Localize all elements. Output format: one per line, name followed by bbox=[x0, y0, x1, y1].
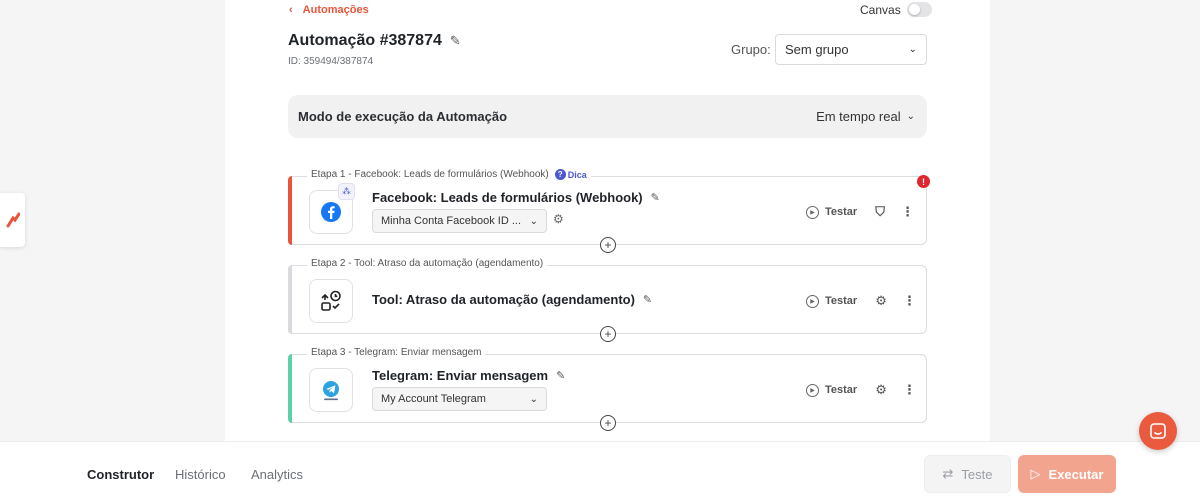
edit-step-pencil-icon[interactable]: ✎ bbox=[643, 293, 652, 306]
play-icon: ▶ bbox=[806, 205, 819, 219]
back-link[interactable]: ‹ Automações bbox=[289, 3, 369, 17]
test-step-label: Testar bbox=[825, 384, 858, 396]
step-card-2[interactable]: Etapa 2 - Tool: Atraso da automação (age… bbox=[288, 258, 927, 342]
chevron-left-icon: ‹ bbox=[289, 4, 293, 16]
execution-mode-value: Em tempo real bbox=[816, 109, 901, 124]
canvas-toggle[interactable] bbox=[906, 2, 932, 17]
edit-title-pencil-icon[interactable]: ✎ bbox=[450, 33, 461, 49]
step-caption-text: Etapa 1 - Facebook: Leads de formulários… bbox=[311, 169, 549, 180]
tab-construtor[interactable]: Construtor bbox=[87, 467, 154, 482]
chevron-down-icon: ⌄ bbox=[906, 111, 915, 122]
add-step-button[interactable]: + bbox=[600, 326, 616, 342]
step-name: Telegram: Enviar mensagem bbox=[372, 368, 549, 383]
tab-historico[interactable]: Histórico bbox=[175, 467, 226, 482]
gear-icon[interactable]: ⚙ bbox=[875, 382, 887, 398]
step-actions: ▶ Testar ⚙ ⋮ bbox=[806, 382, 916, 398]
group-select[interactable]: Sem grupo ⌄ bbox=[775, 34, 927, 65]
test-step-button[interactable]: ▶ Testar bbox=[806, 294, 858, 308]
execution-mode-bar: Modo de execução da Automação Em tempo r… bbox=[288, 95, 927, 138]
test-automation-button[interactable]: ⇄ Teste bbox=[924, 455, 1011, 493]
chat-support-button[interactable] bbox=[1139, 412, 1177, 450]
page-title: Automação #387874 bbox=[288, 32, 442, 49]
more-options-icon[interactable]: ⋮ bbox=[903, 293, 916, 309]
gear-icon[interactable]: ⚙ bbox=[875, 293, 887, 309]
question-icon: ? bbox=[554, 169, 566, 180]
tool-app-icon-box bbox=[309, 279, 353, 323]
step-name: Tool: Atraso da automação (agendamento) bbox=[372, 292, 635, 307]
step-name-row: Telegram: Enviar mensagem ✎ bbox=[372, 368, 565, 383]
step-caption: Etapa 2 - Tool: Atraso da automação (age… bbox=[307, 258, 548, 269]
more-options-icon[interactable]: ⋮ bbox=[901, 204, 914, 220]
test-step-label: Testar bbox=[825, 206, 858, 218]
brand-logo-icon bbox=[6, 212, 20, 228]
play-outline-icon: ▷ bbox=[1030, 466, 1041, 481]
step-card-3[interactable]: Etapa 3 - Telegram: Enviar mensagem Tele… bbox=[288, 347, 927, 431]
account-select-value: Minha Conta Facebook ID ... bbox=[381, 215, 522, 227]
page-title-row: Automação #387874 ✎ bbox=[288, 32, 461, 50]
execution-mode-select[interactable]: Em tempo real ⌄ bbox=[816, 109, 915, 124]
brand-logo-tab[interactable] bbox=[0, 193, 25, 247]
telegram-app-icon-box bbox=[309, 368, 353, 412]
group-label: Grupo: bbox=[731, 42, 771, 57]
account-settings-icon[interactable]: ⚙ bbox=[553, 212, 564, 226]
test-automation-label: Teste bbox=[961, 466, 993, 482]
run-automation-button[interactable]: ▷ Executar bbox=[1018, 455, 1116, 493]
test-step-label: Testar bbox=[825, 295, 858, 307]
chevron-down-icon: ⌄ bbox=[529, 393, 538, 405]
chevron-down-icon: ⌄ bbox=[529, 215, 538, 227]
step-actions: ▶ Testar ⛉ ⋮ bbox=[806, 204, 914, 220]
facebook-icon bbox=[321, 202, 341, 222]
swap-arrows-icon: ⇄ bbox=[942, 466, 954, 481]
schedule-delay-icon bbox=[321, 290, 341, 311]
automation-id: ID: 359494/387874 bbox=[288, 56, 374, 67]
footer-bar: Construtor Histórico Analytics ⇄ Teste ▷… bbox=[0, 441, 1200, 500]
tip-label: Dica bbox=[567, 169, 587, 180]
edit-step-pencil-icon[interactable]: ✎ bbox=[651, 191, 660, 204]
account-select-value: My Account Telegram bbox=[381, 393, 486, 405]
account-select[interactable]: My Account Telegram ⌄ bbox=[372, 387, 547, 411]
group-select-value: Sem grupo bbox=[785, 42, 849, 57]
test-step-button[interactable]: ▶ Testar bbox=[806, 383, 858, 397]
canvas-toggle-group: Canvas bbox=[860, 2, 932, 17]
step-card-1[interactable]: Etapa 1 - Facebook: Leads de formulários… bbox=[288, 169, 927, 253]
step-caption-text: Etapa 3 - Telegram: Enviar mensagem bbox=[311, 347, 482, 358]
step-caption: Etapa 3 - Telegram: Enviar mensagem bbox=[307, 347, 486, 358]
add-step-button[interactable]: + bbox=[600, 237, 616, 253]
filter-icon[interactable]: ⛉ bbox=[875, 204, 885, 220]
chevron-down-icon: ⌄ bbox=[908, 44, 917, 55]
back-link-label: Automações bbox=[302, 4, 369, 16]
step-name-row: Tool: Atraso da automação (agendamento) … bbox=[372, 292, 652, 307]
error-alert-icon[interactable]: ! bbox=[917, 175, 930, 188]
more-options-icon[interactable]: ⋮ bbox=[903, 382, 916, 398]
edit-step-pencil-icon[interactable]: ✎ bbox=[556, 369, 565, 382]
webhook-icon: ⁂ bbox=[338, 183, 355, 200]
telegram-icon bbox=[323, 381, 339, 401]
play-icon: ▶ bbox=[806, 383, 819, 397]
step-name: Facebook: Leads de formulários (Webhook) bbox=[372, 190, 643, 205]
test-step-button[interactable]: ▶ Testar bbox=[806, 205, 858, 219]
execution-mode-label: Modo de execução da Automação bbox=[298, 109, 508, 124]
tip-link[interactable]: ? Dica bbox=[554, 169, 587, 180]
add-step-button[interactable]: + bbox=[600, 415, 616, 431]
step-actions: ▶ Testar ⚙ ⋮ bbox=[806, 293, 916, 309]
run-automation-label: Executar bbox=[1048, 466, 1104, 482]
chat-icon bbox=[1150, 423, 1166, 439]
play-icon: ▶ bbox=[806, 294, 819, 308]
step-name-row: Facebook: Leads de formulários (Webhook)… bbox=[372, 190, 660, 205]
step-caption: Etapa 1 - Facebook: Leads de formulários… bbox=[307, 169, 591, 180]
tab-analytics[interactable]: Analytics bbox=[251, 467, 303, 482]
account-select[interactable]: Minha Conta Facebook ID ... ⌄ bbox=[372, 209, 547, 233]
canvas-label: Canvas bbox=[860, 2, 901, 17]
step-caption-text: Etapa 2 - Tool: Atraso da automação (age… bbox=[311, 258, 544, 269]
